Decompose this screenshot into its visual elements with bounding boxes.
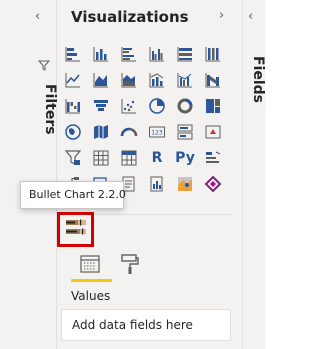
line-chart-icon[interactable]: [61, 68, 85, 92]
python-visual-icon[interactable]: Py: [173, 146, 197, 170]
clustered-bar-chart-icon[interactable]: [117, 42, 141, 66]
fields-pane[interactable]: ‹ Fields: [243, 0, 266, 349]
power-apps-icon[interactable]: [201, 172, 225, 196]
chevron-left-icon[interactable]: ‹: [35, 9, 40, 24]
fields-label[interactable]: Fields: [244, 56, 266, 116]
waterfall-chart-icon[interactable]: [61, 94, 85, 118]
bullet-chart-icon: [65, 218, 87, 242]
r-script-visual-icon[interactable]: R: [145, 146, 169, 170]
gauge-icon[interactable]: [117, 120, 141, 144]
multi-row-card-icon[interactable]: [173, 120, 197, 144]
treemap-icon[interactable]: [201, 94, 225, 118]
kpi-icon[interactable]: [201, 120, 225, 144]
paint-roller-icon[interactable]: [119, 253, 141, 279]
100-stacked-bar-chart-icon[interactable]: [173, 42, 197, 66]
area-chart-icon[interactable]: [89, 68, 113, 92]
filled-map-icon[interactable]: [89, 120, 113, 144]
filters-pane[interactable]: ‹ Filters: [0, 0, 58, 349]
visualizations-title: Visualizations: [71, 8, 189, 26]
donut-chart-icon[interactable]: [173, 94, 197, 118]
pie-chart-icon[interactable]: [145, 94, 169, 118]
ribbon-chart-icon[interactable]: [201, 68, 225, 92]
100-stacked-column-chart-icon[interactable]: [201, 42, 225, 66]
filters-label[interactable]: Filters: [28, 84, 58, 154]
stacked-area-chart-icon[interactable]: [117, 68, 141, 92]
values-drop-zone[interactable]: Add data fields here: [61, 309, 231, 341]
paginated-report-icon[interactable]: [145, 172, 169, 196]
r-label: R: [151, 150, 163, 166]
scatter-chart-icon[interactable]: [117, 94, 141, 118]
values-label: Values: [71, 289, 111, 303]
funnel-icon: [37, 56, 51, 75]
stacked-column-chart-icon[interactable]: [89, 42, 113, 66]
table-icon[interactable]: [89, 146, 113, 170]
matrix-icon[interactable]: [117, 146, 141, 170]
active-tab-indicator: [71, 279, 112, 282]
visualizations-pane: Visualizations › 123 R Py Values Add dat…: [57, 0, 243, 349]
values-placeholder: Add data fields here: [72, 318, 193, 332]
fields-well-icon[interactable]: [79, 253, 101, 279]
bullet-chart-tooltip: Bullet Chart 2.2.0: [20, 181, 126, 209]
visual-gallery: 123 R Py: [61, 42, 229, 198]
map-icon[interactable]: [61, 120, 85, 144]
py-label: Py: [175, 150, 195, 166]
slicer-icon[interactable]: [61, 146, 85, 170]
tooltip-text: Bullet Chart 2.2.0: [29, 188, 126, 201]
pane-tabs: [57, 250, 243, 284]
card-icon[interactable]: 123: [145, 120, 169, 144]
stacked-bar-chart-icon[interactable]: [61, 42, 85, 66]
line-and-column-chart-icon[interactable]: [145, 68, 169, 92]
arcgis-map-icon[interactable]: [173, 172, 197, 196]
key-influencers-icon[interactable]: [201, 146, 225, 170]
line-and-clustered-column-chart-icon[interactable]: [173, 68, 197, 92]
card-badge: 123: [151, 130, 163, 137]
funnel-chart-icon[interactable]: [89, 94, 113, 118]
bullet-chart-button[interactable]: [57, 212, 94, 247]
chevron-right-icon[interactable]: ›: [219, 8, 224, 23]
chevron-left-icon[interactable]: ‹: [248, 9, 253, 24]
clustered-column-chart-icon[interactable]: [145, 42, 169, 66]
